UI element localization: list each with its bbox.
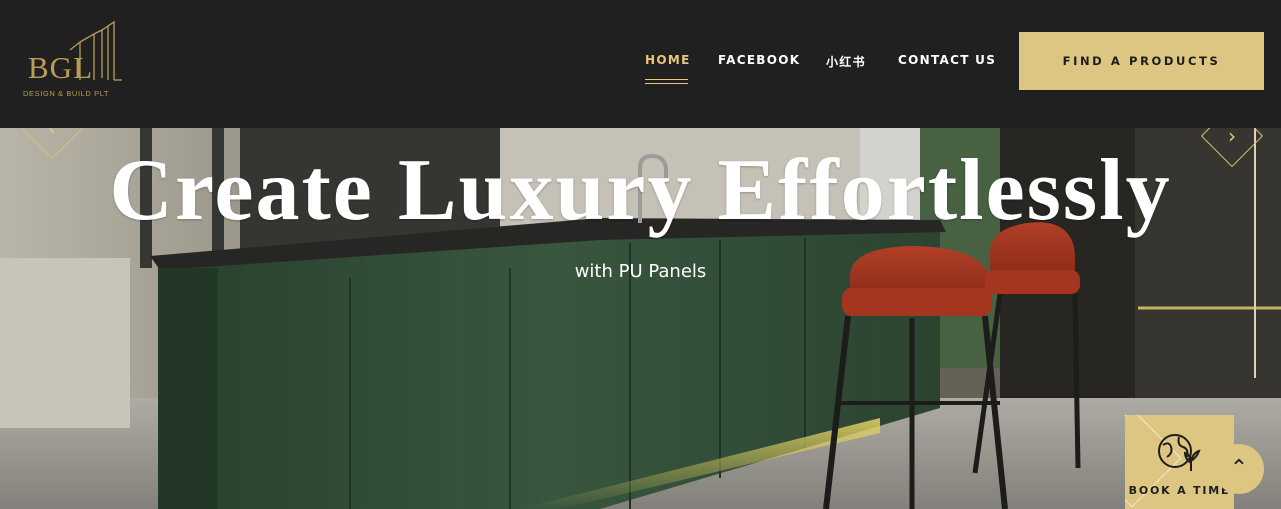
hero-title: Create Luxury Effortlessly [109, 142, 1172, 239]
globe-plant-icon [1158, 434, 1201, 471]
active-nav-indicator [645, 79, 688, 84]
book-a-time-label: BOOK A TIME [1128, 484, 1231, 497]
hero-slider: ‹ › Create Luxury Effortlessly with PU P… [0, 128, 1281, 509]
logo-wordmark: BGL [28, 50, 93, 85]
nav-home[interactable]: HOME [645, 53, 691, 67]
nav-contact-us[interactable]: CONTACT US [898, 53, 996, 67]
logo-tagline: DESIGN & BUILD PLT [23, 89, 110, 98]
hero-subtitle: with PU Panels [574, 261, 707, 282]
site-header: BGL DESIGN & BUILD PLT HOME FACEBOOK 小红书… [0, 0, 1281, 128]
nav-facebook[interactable]: FACEBOOK [718, 53, 800, 67]
brand-logo[interactable]: BGL DESIGN & BUILD PLT [22, 20, 132, 100]
find-products-button[interactable]: FIND A PRODUCTS [1019, 32, 1264, 90]
nav-xiaohongshu[interactable]: 小红书 [826, 53, 866, 70]
chevron-up-icon: ⌃ [1229, 456, 1249, 481]
back-to-top-button[interactable]: ⌃ [1214, 444, 1264, 494]
